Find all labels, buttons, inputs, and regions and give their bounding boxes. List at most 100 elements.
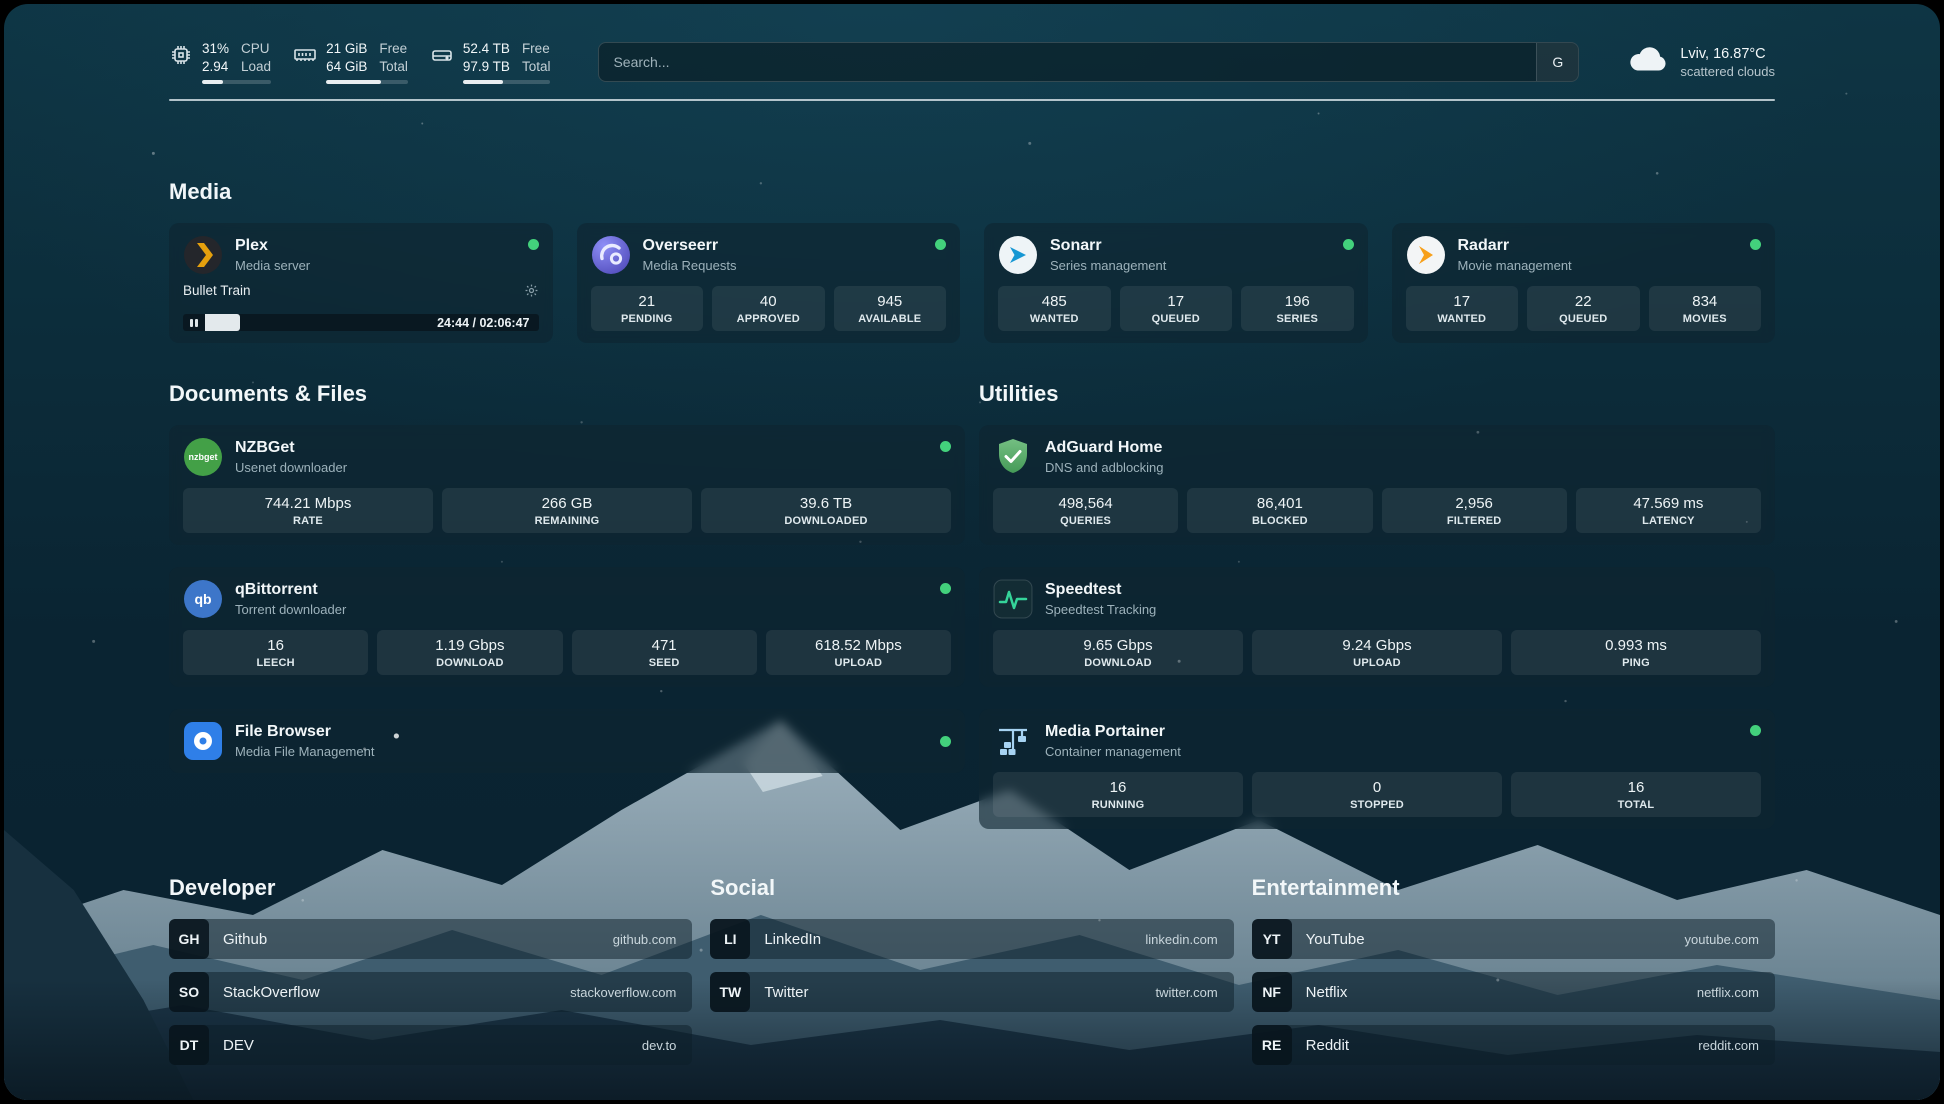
bookmark-stackoverflow[interactable]: SO StackOverflow stackoverflow.com	[169, 972, 692, 1012]
stat-label: DOWNLOAD	[381, 657, 558, 669]
stat-value: 9.65 Gbps	[997, 637, 1239, 654]
bookmark-url: youtube.com	[1685, 932, 1775, 947]
bookmark-abbr: NF	[1252, 972, 1292, 1012]
bookmark-twitter[interactable]: TW Twitter twitter.com	[710, 972, 1233, 1012]
stat-tile: 47.569 ms LATENCY	[1576, 488, 1761, 533]
storage-progress-bar	[463, 80, 551, 84]
stat-tile: 498,564 QUERIES	[993, 488, 1178, 533]
app-card-qbittorrent[interactable]: qb qBittorrent Torrent downloader	[169, 567, 965, 687]
qbittorrent-icon: qb	[183, 579, 223, 619]
stat-tile: 17 QUEUED	[1120, 286, 1233, 331]
bookmark-url: github.com	[613, 932, 693, 947]
search-input[interactable]	[599, 43, 1536, 81]
bookmark-abbr: YT	[1252, 919, 1292, 959]
stat-value: 744.21 Mbps	[187, 495, 429, 512]
playback-progress-bar[interactable]: 24:44 / 02:06:47	[183, 314, 539, 331]
app-description: Media Requests	[643, 258, 737, 273]
search-provider-button[interactable]: G	[1536, 43, 1578, 81]
stat-value: 618.52 Mbps	[770, 637, 947, 654]
memory-total-value: 64 GiB	[326, 58, 367, 76]
stat-label: REMAINING	[446, 515, 688, 527]
app-card-radarr[interactable]: Radarr Movie management 17 WANTED 22 QUE…	[1392, 223, 1776, 343]
app-name: Plex	[235, 237, 310, 255]
app-card-sonarr[interactable]: Sonarr Series management 485 WANTED 17 Q…	[984, 223, 1368, 343]
bookmark-dev[interactable]: DT DEV dev.to	[169, 1025, 692, 1065]
app-name: qBittorrent	[235, 581, 346, 599]
stat-value: 16	[187, 637, 364, 654]
app-card-plex[interactable]: Plex Media server Bullet Train	[169, 223, 553, 343]
bookmark-linkedin[interactable]: LI LinkedIn linkedin.com	[710, 919, 1233, 959]
bookmark-github[interactable]: GH Github github.com	[169, 919, 692, 959]
app-card-filebrowser[interactable]: File Browser Media File Management	[169, 709, 965, 773]
stat-label: LATENCY	[1580, 515, 1757, 527]
app-card-portainer[interactable]: Media Portainer Container management 16 …	[979, 709, 1775, 829]
stat-value: 16	[1515, 779, 1757, 796]
weather-condition: scattered clouds	[1680, 64, 1775, 79]
bookmark-abbr: DT	[169, 1025, 209, 1065]
stat-tile: 21 PENDING	[591, 286, 704, 331]
status-indicator	[1750, 239, 1761, 250]
memory-icon	[293, 43, 317, 67]
status-indicator	[935, 239, 946, 250]
memory-widget: 21 GiB 64 GiB Free Total	[293, 40, 408, 84]
stat-tile: 86,401 BLOCKED	[1187, 488, 1372, 533]
stat-label: PENDING	[595, 313, 700, 325]
hard-drive-icon	[430, 43, 454, 67]
cpu-chip-icon	[169, 43, 193, 67]
stat-tile: 16 RUNNING	[993, 772, 1243, 817]
portainer-crane-icon	[993, 721, 1033, 761]
entertainment-section: Entertainment YT YouTube youtube.com NF …	[1252, 875, 1775, 1065]
svg-text:nzbget: nzbget	[189, 452, 218, 462]
memory-free-label: Free	[379, 40, 408, 58]
app-description: Series management	[1050, 258, 1166, 273]
stat-label: PING	[1515, 657, 1757, 669]
bookmark-url: dev.to	[642, 1038, 692, 1053]
cpu-widget: 31% 2.94 CPU Load	[169, 40, 271, 84]
radarr-icon	[1406, 235, 1446, 275]
app-description: Movie management	[1458, 258, 1572, 273]
bookmark-name: Github	[223, 931, 267, 948]
stat-tile: 17 WANTED	[1406, 286, 1519, 331]
app-name: Radarr	[1458, 237, 1572, 255]
bookmark-name: StackOverflow	[223, 984, 320, 1001]
bookmark-youtube[interactable]: YT YouTube youtube.com	[1252, 919, 1775, 959]
svg-text:qb: qb	[194, 591, 211, 607]
stat-value: 47.569 ms	[1580, 495, 1757, 512]
cpu-progress-bar	[202, 80, 271, 84]
stat-value: 266 GB	[446, 495, 688, 512]
bookmark-abbr: TW	[710, 972, 750, 1012]
storage-free-value: 52.4 TB	[463, 40, 510, 58]
app-description: Container management	[1045, 744, 1181, 759]
stat-label: AVAILABLE	[838, 313, 943, 325]
bookmark-name: Twitter	[764, 984, 808, 1001]
stat-label: STOPPED	[1256, 799, 1498, 811]
adguard-shield-icon	[993, 437, 1033, 477]
bookmark-name: DEV	[223, 1037, 254, 1054]
bookmark-abbr: RE	[1252, 1025, 1292, 1065]
bookmark-netflix[interactable]: NF Netflix netflix.com	[1252, 972, 1775, 1012]
utilities-section: Utilities	[979, 381, 1775, 829]
stat-value: 40	[716, 293, 821, 310]
playback-time: 24:44 / 02:06:47	[428, 316, 538, 330]
stat-value: 9.24 Gbps	[1256, 637, 1498, 654]
stat-label: UPLOAD	[770, 657, 947, 669]
status-indicator	[1343, 239, 1354, 250]
bookmark-reddit[interactable]: RE Reddit reddit.com	[1252, 1025, 1775, 1065]
cpu-progress-fill	[202, 80, 223, 84]
stat-label: QUERIES	[997, 515, 1174, 527]
app-card-nzbget[interactable]: nzbget NZBGet Usenet downloader 74	[169, 425, 965, 545]
settings-gear-icon[interactable]	[524, 283, 539, 298]
app-card-overseerr[interactable]: Overseerr Media Requests 21 PENDING 40 A…	[577, 223, 961, 343]
app-card-speedtest[interactable]: Speedtest Speedtest Tracking 9.65 Gbps D…	[979, 567, 1775, 687]
stat-label: WANTED	[1410, 313, 1515, 325]
search-bar: G	[598, 42, 1579, 82]
bookmark-abbr: SO	[169, 972, 209, 1012]
cpu-usage-value: 31%	[202, 40, 229, 58]
bookmark-name: Netflix	[1306, 984, 1348, 1001]
stat-label: LEECH	[187, 657, 364, 669]
overseerr-icon	[591, 235, 631, 275]
app-card-adguard[interactable]: AdGuard Home DNS and adblocking 498,564 …	[979, 425, 1775, 545]
stat-tile: 471 SEED	[572, 630, 757, 675]
cloud-icon	[1627, 45, 1669, 80]
stat-label: UPLOAD	[1256, 657, 1498, 669]
